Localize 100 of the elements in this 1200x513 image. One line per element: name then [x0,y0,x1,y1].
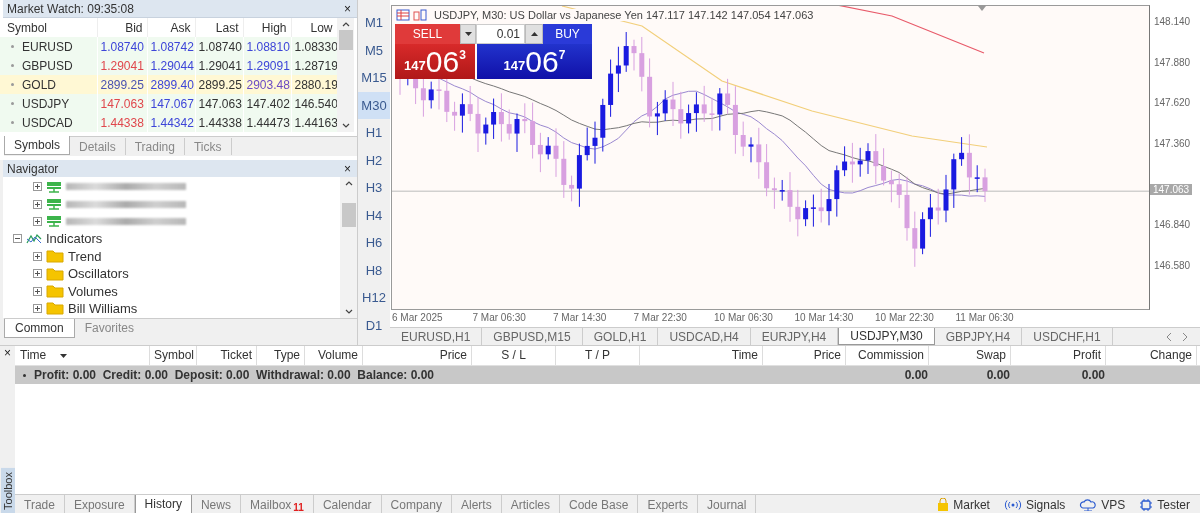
timeframe-button[interactable]: H2 [358,146,390,174]
column-header[interactable]: Ticket [197,346,257,365]
volume-down-button[interactable] [460,24,476,44]
price-cell: 147.402 [243,94,291,113]
price-cell: 1.08810 [243,37,291,56]
toolbar-link[interactable]: Market [937,497,990,512]
price-cell: 1.44163 [291,113,337,132]
server-icon [46,180,62,193]
tree-item[interactable]: Volumes [68,283,118,299]
scrollbar-thumb[interactable] [341,203,356,227]
expand-icon[interactable] [33,269,42,279]
close-button[interactable]: × [344,161,351,176]
toolbox-tab[interactable]: Journal [698,495,757,513]
price-cell: 2899.25 [97,75,147,94]
tree-item[interactable]: Bill Williams [68,300,138,316]
volume-up-button[interactable] [525,24,543,44]
column-header[interactable]: Commission [846,346,929,365]
symbol-name: USDJPY [22,96,70,111]
expand-icon[interactable] [33,286,42,296]
tree-item[interactable]: Oscillators [68,266,129,282]
timeframe-button[interactable]: H1 [358,119,390,147]
toolbox-tab[interactable]: Articles [501,495,560,513]
chart-icon [413,9,429,21]
toolbox-tab[interactable]: Company [381,495,452,513]
chart-tab[interactable]: USDJPY,M30 [838,328,935,345]
toolbar-link[interactable]: VPS [1079,497,1126,512]
buy-button[interactable]: BUY [543,24,592,44]
tree-item[interactable]: Indicators [46,231,103,247]
price-cell: 1.08742 [147,37,195,56]
panel-tab[interactable]: Symbols [4,136,70,155]
column-header[interactable]: Price [363,346,472,365]
symbol-name: GOLD [22,77,56,92]
toolbox-tab[interactable]: Code Base [560,495,639,513]
column-header[interactable]: Symbol [150,346,197,365]
price-cell: 1.44473 [243,113,291,132]
summary-text: Profit: 0.00 Credit: 0.00 Deposit: 0.00 Withdrawal: 0.00 Balance: 0.00 [34,368,436,382]
toolbox-tab[interactable]: Experts [638,495,699,513]
timeframe-button[interactable]: M30 [358,91,390,119]
panel-title: Market Watch: 09:35:08 [7,1,134,16]
toolbar-link[interactable]: Signals [1003,497,1066,512]
price-cell: 1.29041 [195,56,243,75]
timeframe-button[interactable]: D1 [358,311,390,339]
sell-button[interactable]: SELL [395,24,460,44]
toolbox-tab[interactable]: Alerts [451,495,502,513]
price-cell: 1.08740 [97,37,147,56]
time-label: 7 Mar 14:30 [553,312,607,323]
timeframe-button[interactable]: M15 [358,64,390,92]
caret-down-icon [464,32,472,36]
timeframe-button[interactable]: M1 [358,9,390,37]
close-button[interactable]: × [344,1,351,16]
summary-value: 0.00 [903,368,929,382]
folder-icon [46,301,64,316]
timeframe-button[interactable]: H3 [358,174,390,202]
toolbox-tab[interactable]: Trade [15,495,65,513]
collapse-icon[interactable] [13,234,22,244]
price-cell: 1.44338 [97,113,147,132]
column-header[interactable]: T / P [556,346,640,365]
price-cell: 146.540 [291,94,337,113]
column-header[interactable]: Time [640,346,763,365]
symbol-name: GBPUSD [22,58,73,73]
column-header[interactable]: Price [763,346,846,365]
toolbar-link[interactable]: Tester [1139,497,1190,512]
timeframe-button[interactable]: H12 [358,284,390,312]
price-label: 147.360 [1154,137,1191,149]
expand-icon[interactable] [33,251,42,261]
close-button[interactable]: × [4,346,11,360]
column-header[interactable]: Volume [305,346,363,365]
scrollbar-thumb[interactable] [338,30,353,50]
toolbox-tab[interactable]: Calendar [313,495,382,513]
column-header[interactable]: S / L [472,346,556,365]
column-header[interactable]: Profit [1011,346,1106,365]
expand-icon[interactable] [33,216,42,226]
folder-icon [46,266,64,281]
chip-icon [1139,497,1154,512]
column-header[interactable]: Change [1106,346,1197,365]
timeframe-button[interactable]: H8 [358,256,390,284]
column-header[interactable]: Swap [929,346,1011,365]
summary-value: 0.00 [1080,368,1106,382]
panel-tab[interactable]: Common [4,319,75,338]
timeframe-button[interactable]: H6 [358,229,390,257]
toolbox-tab[interactable]: Exposure [64,495,135,513]
symbol-name: USDCAD [22,115,73,130]
time-label: 7 Mar 22:30 [633,312,687,323]
expand-icon[interactable] [33,182,42,192]
column-header[interactable]: Type [257,346,305,365]
expand-icon[interactable] [33,199,42,209]
column-header[interactable]: Time [15,346,150,365]
timeframe-button[interactable]: M5 [358,36,390,64]
toolbox-tab[interactable]: News [191,495,241,513]
price-label: 147.880 [1154,56,1191,68]
expand-icon[interactable] [33,303,42,313]
price-cell: 1.28719 [291,56,337,75]
server-icon [46,215,62,228]
unread-count: 11 [293,501,304,513]
tree-item[interactable]: Trend [68,248,102,264]
price-cell: 1.29091 [243,56,291,75]
toolbox-tab[interactable]: History [134,495,192,513]
timeframe-button[interactable]: H4 [358,201,390,229]
toolbox-label[interactable]: Toolbox [0,468,15,513]
volume-field[interactable]: 0.01 [476,24,525,44]
